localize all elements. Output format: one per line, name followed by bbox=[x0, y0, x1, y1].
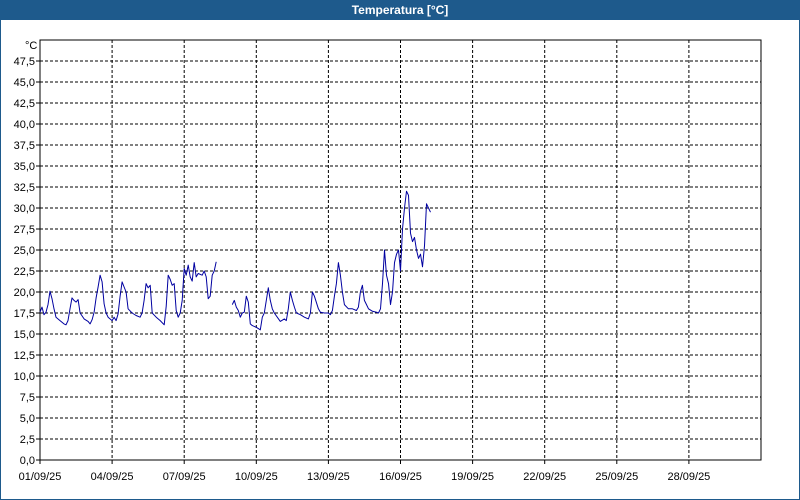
y-tick-label: 17,5 bbox=[14, 308, 35, 320]
y-tick-label: 20,0 bbox=[14, 287, 35, 299]
y-tick-label: 15,0 bbox=[14, 329, 35, 341]
x-tick-label: 25/09/25 bbox=[595, 471, 638, 483]
grid bbox=[40, 40, 761, 460]
y-tick-label: 22,5 bbox=[14, 266, 35, 278]
y-tick-label: 40,0 bbox=[14, 119, 35, 131]
y-tick-label: 32,5 bbox=[14, 182, 35, 194]
axes: 0,0 2,5 5,0 7,5 10,0 12,5 15,0 17,5 20,0 22,5 25,0… bbox=[14, 39, 762, 483]
y-tick-label: 47,5 bbox=[14, 56, 35, 68]
x-tick-label: 19/09/25 bbox=[451, 471, 494, 483]
x-tick-label: 13/09/25 bbox=[307, 471, 350, 483]
y-tick-label: 0,0 bbox=[20, 455, 35, 467]
y-tick-label: 30,0 bbox=[14, 203, 35, 215]
x-tick-label: 16/09/25 bbox=[379, 471, 422, 483]
y-tick-label: 12,5 bbox=[14, 350, 35, 362]
series bbox=[39, 190, 431, 331]
y-tick-label: 2,5 bbox=[20, 434, 35, 446]
y-tick-label: 5,0 bbox=[20, 413, 35, 425]
y-tick-label: 25,0 bbox=[14, 245, 35, 257]
y-tick-label: 37,5 bbox=[14, 140, 35, 152]
x-tick-label: 10/09/25 bbox=[235, 471, 278, 483]
x-tick-label: 07/09/25 bbox=[163, 471, 206, 483]
x-tick-label: 22/09/25 bbox=[523, 471, 566, 483]
y-tick-label: 7,5 bbox=[20, 392, 35, 404]
y-tick-label: 45,0 bbox=[14, 77, 35, 89]
y-axis-unit-label: °C bbox=[25, 40, 37, 52]
x-tick-label: 01/09/25 bbox=[19, 471, 62, 483]
y-tick-label: 35,0 bbox=[14, 161, 35, 173]
y-tick-label: 42,5 bbox=[14, 98, 35, 110]
temperature-chart: 0,0 2,5 5,0 7,5 10,0 12,5 15,0 17,5 20,0 22,5 25,0… bbox=[14, 39, 762, 483]
x-tick-label: 04/09/25 bbox=[91, 471, 134, 483]
y-tick-label: 10,0 bbox=[14, 371, 35, 383]
x-tick-label: 28/09/25 bbox=[667, 471, 710, 483]
y-tick-label: 27,5 bbox=[14, 224, 35, 236]
